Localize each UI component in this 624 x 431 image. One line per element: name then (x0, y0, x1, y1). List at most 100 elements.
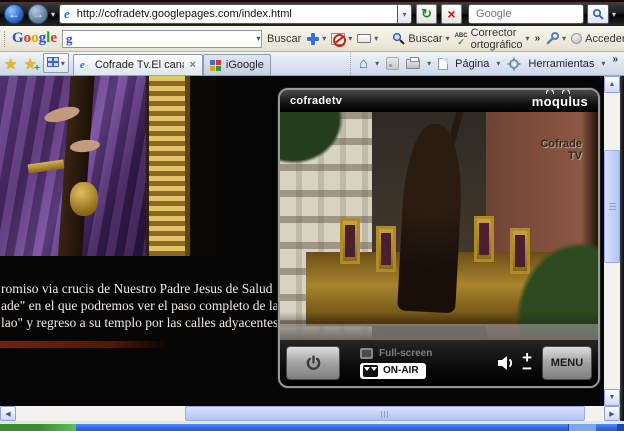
chevron-down-icon: ▾ (374, 34, 378, 43)
toolbar-buscar-button[interactable]: Buscar (267, 33, 301, 45)
popup-blocker-icon (331, 33, 345, 45)
logo-letter: e (50, 30, 57, 46)
arrow-left-icon: ◀ (5, 410, 10, 418)
gold-frame (146, 76, 190, 256)
toolbar-overflow-chevron[interactable]: » (535, 33, 541, 44)
chevron-down-icon[interactable]: ▾ (257, 34, 261, 43)
address-bar[interactable]: e (59, 4, 397, 24)
favorites-center-icon[interactable]: ★ (4, 55, 17, 73)
on-air-badge: ON-AIR (360, 363, 426, 379)
vertical-scroll-thumb[interactable] (604, 150, 620, 263)
watermark-line: Cofrade (540, 138, 582, 150)
quick-search-box[interactable] (468, 4, 584, 24)
tab-close-icon[interactable]: × (189, 59, 195, 71)
refresh-button[interactable]: ↻ (416, 4, 437, 24)
article-paragraph: romiso via crucis de Nuestro Padre Jesus… (1, 280, 308, 331)
rss-feed-icon[interactable] (386, 57, 399, 70)
back-icon: ← (8, 7, 20, 21)
menu-button[interactable]: MENU (542, 346, 592, 380)
command-bar: ⌂ ▾ ▾ Página ▾ Herramientas ▾ » (350, 52, 624, 75)
chevron-down-icon: ▾ (601, 59, 605, 68)
back-button[interactable]: ← (4, 4, 24, 24)
toolbar-settings-button[interactable]: ▾ (545, 32, 566, 46)
cofrade-tv-watermark: Cofrade TV (540, 138, 582, 162)
toolbar-find-button[interactable]: Buscar ▾ (392, 32, 449, 45)
page-menu-button[interactable]: Página (455, 58, 489, 70)
watermark-line: TV (540, 150, 582, 162)
spellcheck-button[interactable]: ABC✓ Corrector ortográfico ▾ (455, 27, 530, 51)
paragraph-line: lao" y regreso a su templo por las calle… (1, 314, 308, 331)
system-tray-sliver (568, 424, 596, 431)
tools-menu-button[interactable]: Herramientas (528, 58, 594, 70)
moqulus-logo: moqulus (532, 94, 588, 109)
plus-icon: + (34, 63, 40, 74)
plus-icon (306, 32, 319, 45)
google-logo: Google (12, 30, 57, 47)
search-icon (592, 8, 604, 20)
ie-page-icon: e (80, 59, 85, 71)
menu-label: MENU (551, 357, 583, 369)
autofill-button[interactable]: ▾ (357, 34, 378, 43)
toolbar-add-button[interactable]: ▾ (306, 32, 326, 45)
volume-down-button[interactable]: − (522, 363, 532, 374)
fullscreen-label: Full-screen (379, 348, 432, 359)
chevron-down-icon: ▾ (446, 34, 450, 43)
favorites-area: ★ ★+ ▾ (0, 52, 73, 75)
search-go-button[interactable] (587, 4, 609, 24)
start-button-sliver[interactable] (0, 424, 76, 431)
stop-button[interactable]: × (441, 4, 462, 24)
quick-tabs-button[interactable]: ▾ (43, 53, 69, 73)
navigation-bar: ← → ▾ e ▾ ↻ × ▾ (0, 0, 624, 26)
logo-letter: G (12, 30, 24, 46)
address-input[interactable] (75, 7, 393, 21)
scroll-right-button[interactable]: ▶ (604, 406, 620, 421)
arrow-down-icon: ▼ (609, 394, 616, 401)
scroll-left-button[interactable]: ◀ (0, 406, 16, 421)
chevron-down-icon[interactable]: ▾ (427, 59, 431, 68)
scroll-up-button[interactable]: ▲ (604, 76, 620, 93)
video-player[interactable]: cofradetv moqulus (278, 88, 600, 388)
tab-label: iGoogle (226, 59, 264, 71)
volume-controls: + − (497, 352, 532, 374)
forward-icon: → (32, 7, 44, 21)
gear-icon (507, 57, 521, 71)
command-overflow-chevron[interactable]: » (612, 54, 618, 65)
tab-igoogle[interactable]: iGoogle (203, 54, 271, 75)
on-air-label: ON-AIR (383, 365, 419, 376)
toolbar-search-input[interactable] (76, 30, 257, 47)
add-favorite-icon[interactable]: ★+ (23, 55, 36, 73)
browser-window: ← → ▾ e ▾ ↻ × ▾ Google g ▾ Buscar ▾ (0, 0, 624, 431)
home-icon[interactable]: ⌂ (359, 56, 368, 71)
signin-button[interactable]: Acceder ▾ (571, 33, 624, 45)
painting-detail (70, 182, 98, 216)
speaker-icon[interactable] (497, 355, 516, 371)
painting-detail (28, 160, 65, 174)
lantern-shape (474, 216, 494, 262)
tab-cofrade-tv[interactable]: e Cofrade Tv.El canal co... × (73, 54, 203, 75)
form-field-icon (357, 34, 371, 43)
paragraph-line: ade" en el que podremos ver el paso comp… (1, 297, 308, 314)
arrow-up-icon: ▲ (609, 81, 616, 88)
chevron-down-icon: ▾ (562, 34, 566, 43)
player-controls: Full-screen ON-AIR + − MENU (280, 340, 598, 386)
scroll-down-button[interactable]: ▼ (604, 389, 620, 406)
address-dropdown[interactable]: ▾ (397, 4, 412, 24)
popup-blocker-button[interactable]: ▾ (331, 33, 352, 45)
search-options-dropdown[interactable]: ▾ (612, 10, 616, 19)
forward-button[interactable]: → (28, 4, 48, 24)
search-input[interactable] (474, 7, 578, 21)
fullscreen-button[interactable]: Full-screen (360, 348, 489, 359)
player-mode-area: Full-screen ON-AIR (348, 348, 489, 379)
chevron-down-icon: ▾ (322, 34, 326, 43)
horizontal-scrollbar[interactable]: ◀ ▶ (0, 406, 620, 421)
history-dropdown[interactable]: ▾ (51, 10, 55, 19)
chevron-down-icon: ▾ (61, 59, 65, 68)
video-frame[interactable]: Cofrade TV (280, 112, 598, 340)
chevron-down-icon[interactable]: ▾ (375, 59, 379, 68)
vertical-scrollbar[interactable]: ▲ ▼ (604, 76, 620, 406)
printer-icon[interactable] (406, 59, 420, 69)
quick-tabs-icon (47, 57, 59, 69)
power-button[interactable] (286, 346, 340, 380)
horizontal-scroll-thumb[interactable] (185, 406, 585, 421)
toolbar-search-combo[interactable]: g ▾ (62, 30, 262, 48)
